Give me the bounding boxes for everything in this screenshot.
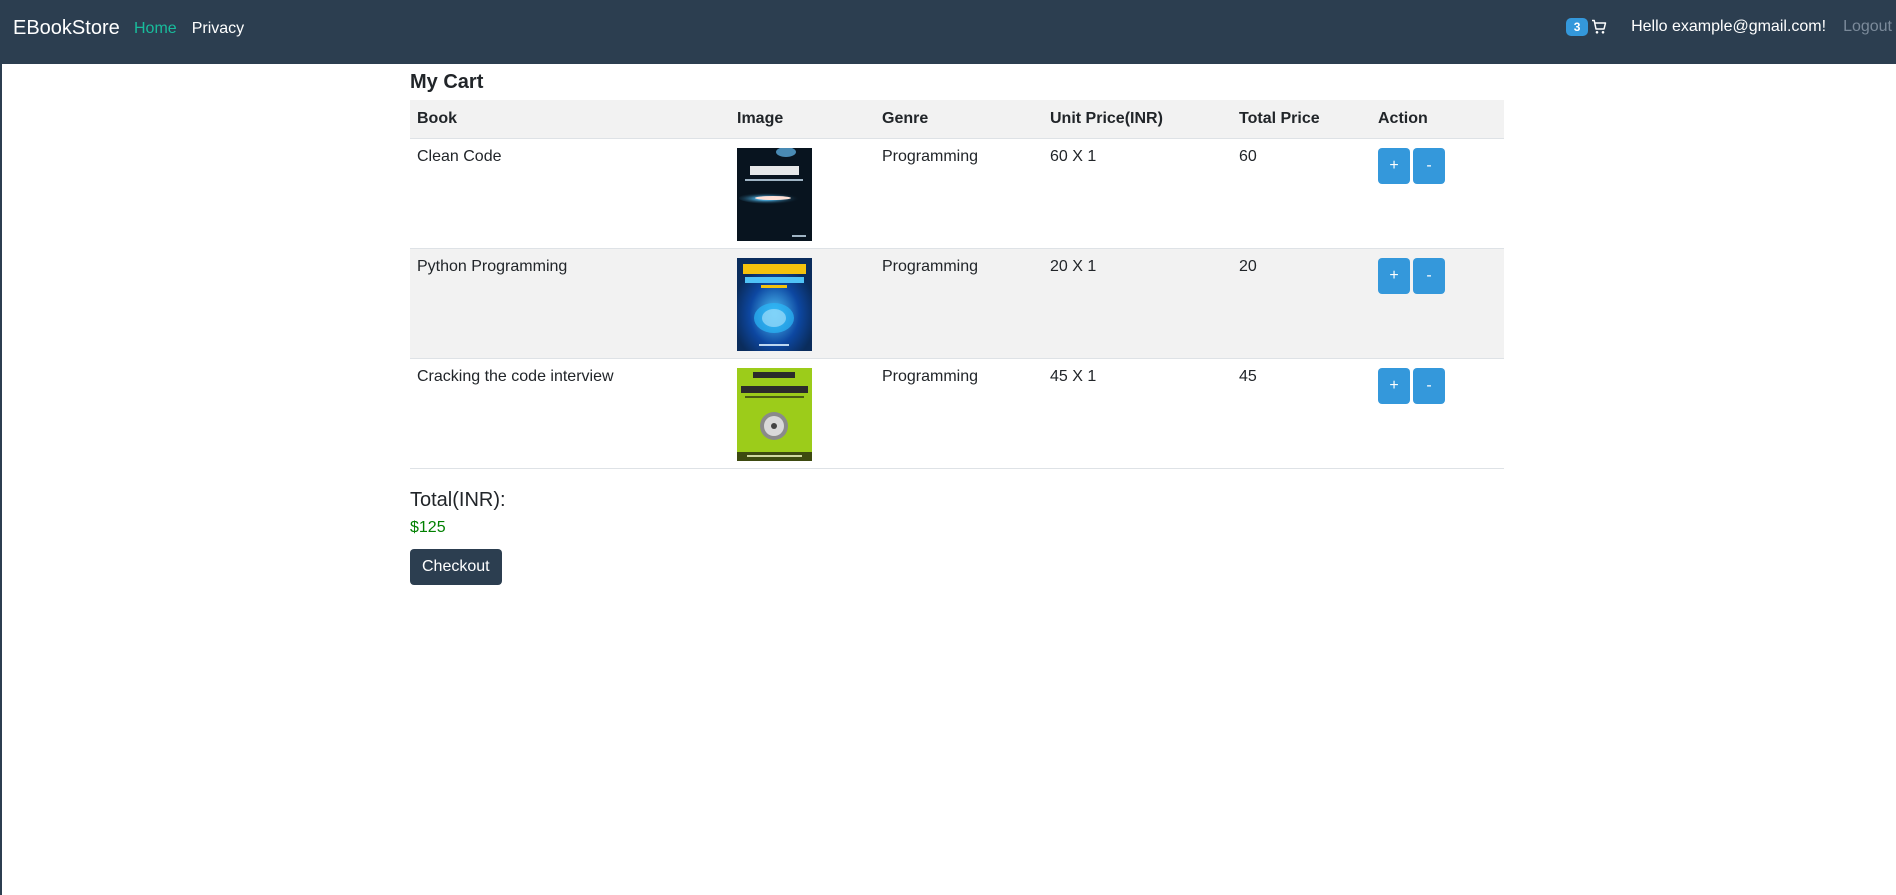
- nav-links: Home Privacy: [134, 20, 244, 38]
- cart-table-header: Book Image Genre Unit Price(INR) Total P…: [410, 100, 1504, 139]
- cracking-coding-interview-cover: [737, 368, 812, 461]
- unit-price-cell: 45 X 1: [1043, 358, 1232, 469]
- column-header-image: Image: [730, 100, 875, 139]
- book-image-cell: [730, 138, 875, 249]
- column-header-unit-price: Unit Price(INR): [1043, 100, 1232, 139]
- unit-price-cell: 20 X 1: [1043, 248, 1232, 359]
- brand-link[interactable]: EBookStore: [13, 17, 120, 40]
- book-title-cell: Clean Code: [410, 138, 730, 249]
- table-row: Cracking the code interview Programming …: [410, 358, 1504, 469]
- action-cell: + -: [1371, 358, 1504, 469]
- book-title-cell: Cracking the code interview: [410, 358, 730, 469]
- genre-cell: Programming: [875, 248, 1043, 359]
- increase-quantity-button[interactable]: +: [1378, 258, 1410, 294]
- total-price-cell: 60: [1232, 138, 1371, 249]
- nav-home-link[interactable]: Home: [134, 20, 177, 38]
- nav-right: 3 Hello example@gmail.com! Logout: [1566, 18, 1896, 36]
- user-greeting[interactable]: Hello example@gmail.com!: [1631, 18, 1826, 36]
- decrease-quantity-button[interactable]: -: [1413, 148, 1445, 184]
- total-value: $125: [410, 519, 446, 536]
- cart-table: Book Image Genre Unit Price(INR) Total P…: [410, 100, 1504, 469]
- book-title-cell: Python Programming: [410, 248, 730, 359]
- page-title: My Cart: [410, 71, 484, 93]
- column-header-action: Action: [1371, 100, 1504, 139]
- increase-quantity-button[interactable]: +: [1378, 148, 1410, 184]
- cart-count-badge[interactable]: 3: [1566, 18, 1589, 36]
- checkout-button[interactable]: Checkout: [410, 549, 502, 585]
- genre-cell: Programming: [875, 358, 1043, 469]
- column-header-genre: Genre: [875, 100, 1043, 139]
- cart-container: My Cart Book Image Genre Unit Price(INR)…: [410, 70, 1504, 585]
- total-label: Total(INR):: [410, 489, 506, 511]
- nav-privacy-link[interactable]: Privacy: [192, 20, 244, 38]
- column-header-total-price: Total Price: [1232, 100, 1371, 139]
- page-left-border: [0, 64, 2, 895]
- unit-price-cell: 60 X 1: [1043, 138, 1232, 249]
- increase-quantity-button[interactable]: +: [1378, 368, 1410, 404]
- logout-link[interactable]: Logout: [1843, 18, 1892, 36]
- clean-code-cover: [737, 148, 812, 241]
- table-row: Python Programming Programming 20 X 1 20…: [410, 248, 1504, 359]
- total-price-cell: 20: [1232, 248, 1371, 359]
- cart-icon[interactable]: [1591, 19, 1607, 35]
- table-row: Clean Code Programming 60 X 1 60 + -: [410, 138, 1504, 249]
- decrease-quantity-button[interactable]: -: [1413, 258, 1445, 294]
- book-image-cell: [730, 248, 875, 359]
- top-navbar: EBookStore Home Privacy 3 Hello example@…: [0, 0, 1896, 64]
- column-header-book: Book: [410, 100, 730, 139]
- total-price-cell: 45: [1232, 358, 1371, 469]
- book-image-cell: [730, 358, 875, 469]
- action-cell: + -: [1371, 138, 1504, 249]
- action-cell: + -: [1371, 248, 1504, 359]
- python-programming-cover: [737, 258, 812, 351]
- genre-cell: Programming: [875, 138, 1043, 249]
- decrease-quantity-button[interactable]: -: [1413, 368, 1445, 404]
